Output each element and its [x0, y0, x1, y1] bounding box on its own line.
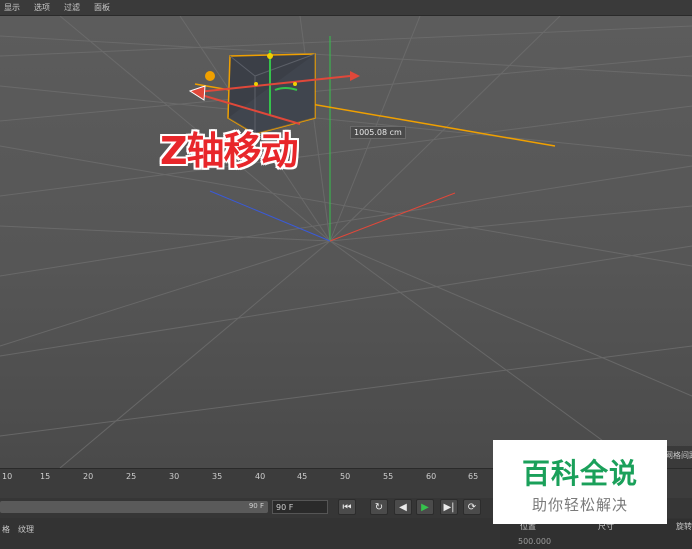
end-frame-field[interactable]: 90 F: [272, 500, 328, 514]
gizmo-center-point: [254, 82, 258, 86]
tab-texture[interactable]: 纹理: [18, 524, 34, 535]
menu-bar: 显示 选项 过滤 面板: [0, 0, 692, 16]
prev-key-button[interactable]: ↻: [370, 499, 388, 515]
world-x-axis: [329, 192, 456, 242]
distance-readout: 1005.08 cm: [350, 126, 406, 139]
gizmo-point: [293, 82, 297, 86]
tick-label: 40: [255, 472, 266, 481]
tick-label: 30: [169, 472, 180, 481]
play-button[interactable]: ▶: [416, 499, 434, 515]
ruler-ticks: 10 15 20 25 30 35 40 45 50 55 60 65: [0, 469, 500, 487]
gizmo-axis-point[interactable]: [205, 71, 215, 81]
menu-item-filter[interactable]: 过滤: [62, 2, 82, 13]
logo-subtitle: 助你轻松解决: [531, 496, 628, 514]
tick-label: 20: [83, 472, 94, 481]
viewport-scene: [0, 16, 692, 468]
gizmo-y-tip[interactable]: [267, 53, 273, 59]
frame-range-end: 90 F: [248, 502, 264, 510]
tick-label: 10: [2, 472, 13, 481]
tick-label: 50: [340, 472, 351, 481]
watermark-logo: 百科全说 助你轻松解决: [493, 440, 667, 524]
loop-button[interactable]: ⟳: [463, 499, 481, 515]
menu-item-display[interactable]: 显示: [2, 2, 22, 13]
next-frame-button[interactable]: ▶|: [440, 499, 458, 515]
tick-label: 15: [40, 472, 51, 481]
logo-title: 百科全说: [521, 457, 638, 490]
gizmo-x-arrow[interactable]: [350, 71, 360, 81]
floor-grid: [0, 16, 692, 468]
tick-label: 35: [212, 472, 223, 481]
tick-label: 25: [126, 472, 137, 481]
go-to-start-button[interactable]: ⏮: [338, 499, 356, 515]
rotation-header: 旋转: [676, 522, 692, 531]
position-value[interactable]: 500.000: [518, 537, 551, 546]
overlay-caption: Z轴移动: [160, 129, 299, 173]
tick-label: 65: [468, 472, 479, 481]
tab-label[interactable]: 格: [2, 524, 10, 535]
menu-item-panel[interactable]: 面板: [92, 2, 112, 13]
tick-label: 55: [383, 472, 394, 481]
3d-viewport[interactable]: Z轴移动 1005.08 cm: [0, 16, 692, 468]
prev-frame-button[interactable]: ◀: [394, 499, 412, 515]
gizmo-z-arrow[interactable]: [188, 85, 206, 101]
frame-range-bar[interactable]: 90 F: [0, 501, 268, 513]
tick-label: 60: [426, 472, 437, 481]
menu-item-options[interactable]: 选项: [32, 2, 52, 13]
grid-spacing-label: 网格间距: [665, 451, 692, 460]
tick-label: 45: [297, 472, 308, 481]
